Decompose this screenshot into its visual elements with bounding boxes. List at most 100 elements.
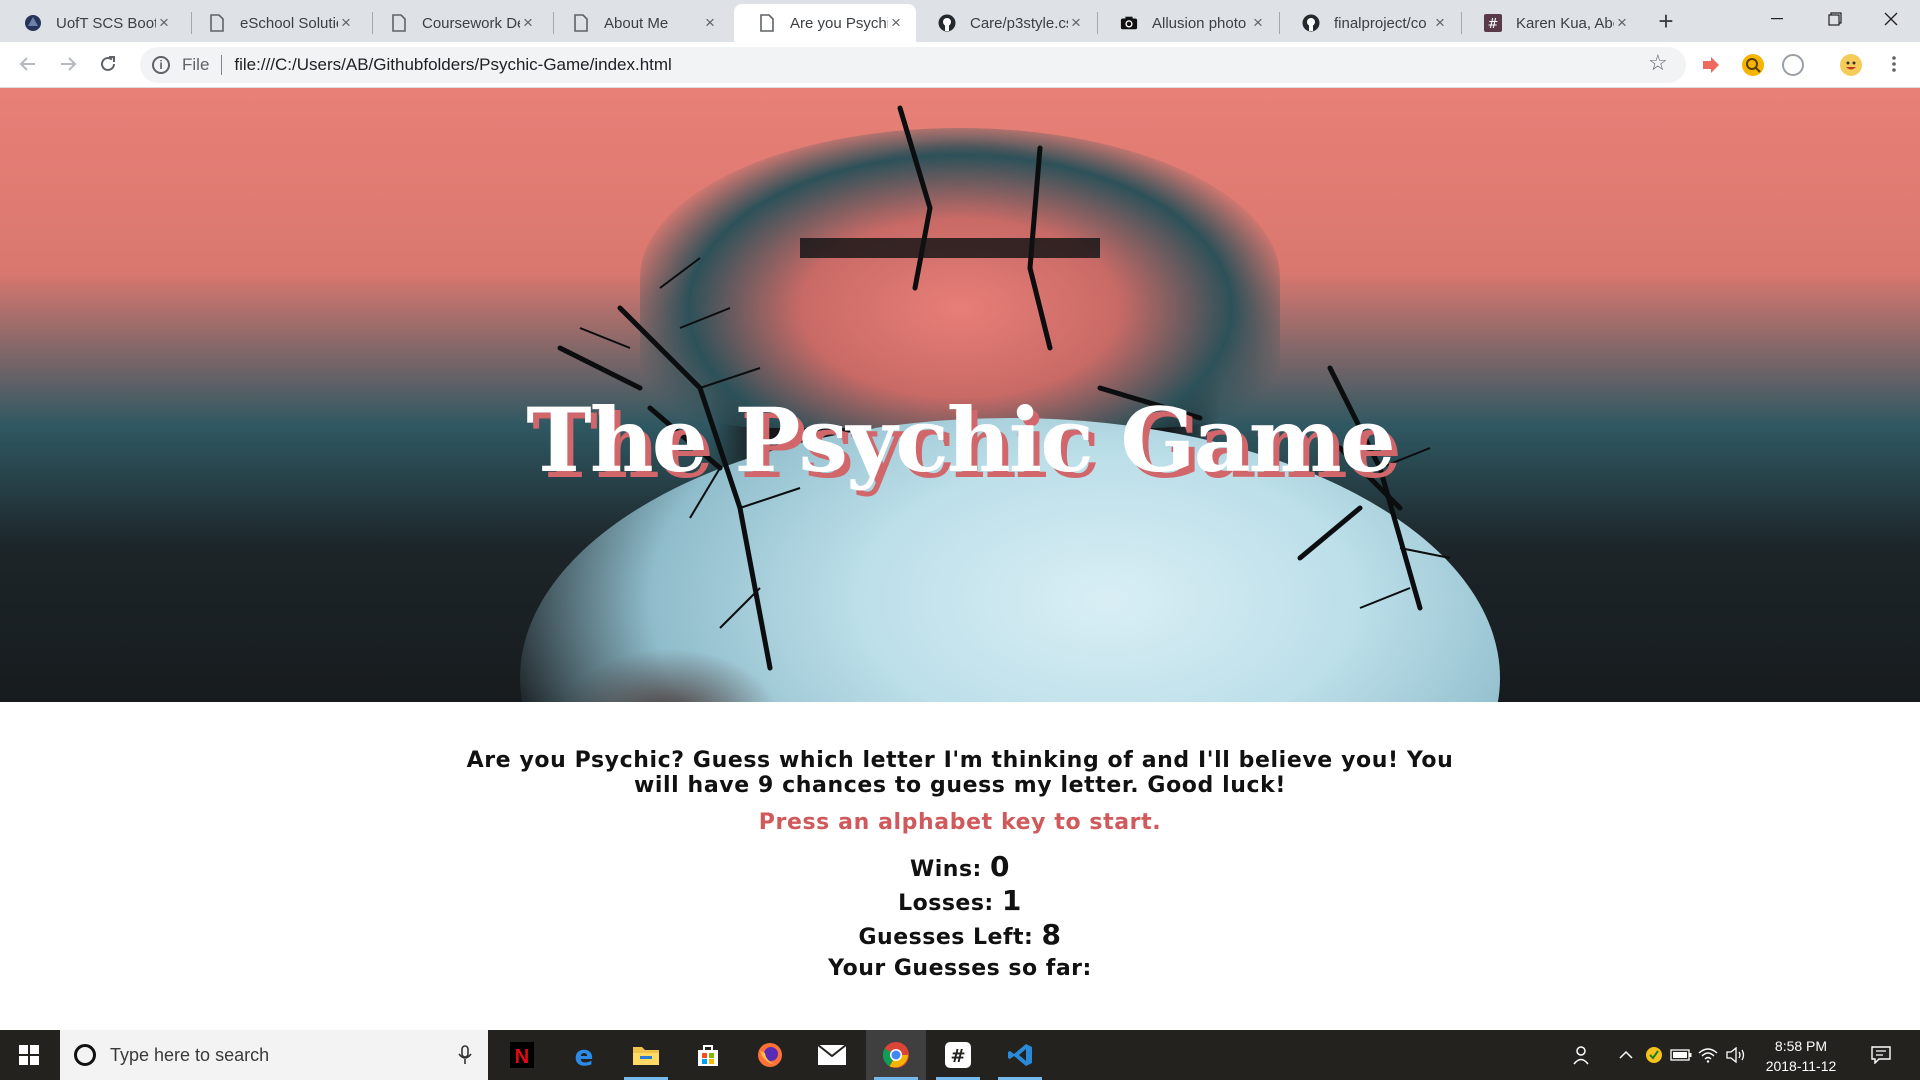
- cortana-circle-icon: [74, 1044, 96, 1066]
- back-icon[interactable]: [14, 50, 42, 78]
- norton-icon[interactable]: [1642, 1030, 1666, 1080]
- losses-label: Losses:: [898, 891, 994, 916]
- profile-avatar[interactable]: [1840, 54, 1862, 76]
- tab-karen-kua[interactable]: # Karen Kua, Abc ×: [1460, 4, 1642, 42]
- tab-title: Care/p3style.cs: [970, 14, 1068, 32]
- intro-text: Are you Psychic? Guess which letter I'm …: [466, 748, 1454, 798]
- close-icon[interactable]: ×: [1068, 14, 1084, 31]
- tab-strip: UofT SCS Boot × eSchool Solutic × Course…: [0, 0, 1920, 42]
- windows-start-icon[interactable]: [0, 1030, 58, 1080]
- close-window-icon[interactable]: [1862, 0, 1920, 38]
- tab-title: Allusion photo: [1152, 14, 1247, 32]
- tab-coursework[interactable]: Coursework De ×: [366, 4, 548, 42]
- guesses-so-far-row: Your Guesses so far:: [0, 953, 1920, 984]
- netflix-icon[interactable]: N: [492, 1030, 552, 1080]
- svg-text:#: #: [950, 1046, 965, 1067]
- document-icon: [758, 14, 776, 32]
- bookmark-star-icon[interactable]: ☆: [1648, 50, 1668, 76]
- vscode-icon[interactable]: [990, 1030, 1050, 1080]
- extension-circle-icon[interactable]: [1782, 54, 1804, 76]
- minimize-icon[interactable]: [1748, 0, 1806, 38]
- firefox-icon[interactable]: [740, 1030, 800, 1080]
- close-icon[interactable]: ×: [156, 14, 172, 31]
- camera-icon: [1120, 14, 1138, 32]
- tab-eschool[interactable]: eSchool Solutic ×: [184, 4, 366, 42]
- close-icon[interactable]: ×: [1250, 14, 1266, 31]
- game-panel: Are you Psychic? Guess which letter I'm …: [0, 748, 1920, 984]
- clock-date: 2018-11-12: [1765, 1058, 1837, 1074]
- guesses-so-far-label: Your Guesses so far:: [828, 956, 1092, 981]
- taskbar-search-input[interactable]: Type here to search: [60, 1030, 488, 1080]
- people-icon[interactable]: [1568, 1030, 1598, 1080]
- hash-icon: #: [1484, 14, 1502, 32]
- guesses-left-row: Guesses Left: 8: [0, 919, 1920, 953]
- github-icon: [1302, 14, 1320, 32]
- tab-uoft[interactable]: UofT SCS Boot ×: [0, 4, 184, 42]
- tab-title: About Me: [604, 14, 669, 32]
- hero-banner-image: The Psychic Game: [0, 88, 1920, 702]
- chevron-up-icon[interactable]: [1614, 1030, 1638, 1080]
- address-bar[interactable]: i File file:///C:/Users/AB/Githubfolders…: [140, 47, 1686, 83]
- slack-icon[interactable]: #: [928, 1030, 988, 1080]
- forward-icon[interactable]: [54, 50, 82, 78]
- document-icon: [390, 14, 408, 32]
- page-title: The Psychic Game: [526, 388, 1395, 492]
- tab-about-me[interactable]: About Me ×: [548, 4, 730, 42]
- tab-finalproject[interactable]: finalproject/co ×: [1278, 4, 1460, 42]
- tab-psychic-game[interactable]: Are you Psychic ×: [734, 4, 916, 42]
- svg-text:N: N: [515, 1046, 529, 1068]
- battery-icon[interactable]: [1668, 1030, 1694, 1080]
- github-icon: [938, 14, 956, 32]
- microphone-icon[interactable]: [458, 1045, 472, 1070]
- reload-icon[interactable]: [94, 50, 122, 78]
- wifi-icon[interactable]: [1694, 1030, 1722, 1080]
- uoft-icon: [24, 14, 42, 32]
- edge-icon[interactable]: e: [554, 1030, 614, 1080]
- losses-row: Losses: 1: [0, 885, 1920, 919]
- tab-title: Are you Psychic: [790, 14, 888, 32]
- close-icon[interactable]: ×: [1614, 14, 1630, 31]
- new-tab-plus-icon[interactable]: +: [1652, 8, 1680, 36]
- tab-title: eSchool Solutic: [240, 14, 338, 32]
- close-icon[interactable]: ×: [338, 14, 354, 31]
- svg-text:#: #: [1488, 17, 1499, 32]
- extension-arrow-icon[interactable]: [1700, 54, 1722, 76]
- document-icon: [572, 14, 590, 32]
- system-clock[interactable]: 8:58 PM 2018-11-12: [1756, 1036, 1846, 1076]
- close-icon[interactable]: ×: [702, 14, 718, 31]
- tab-title: Karen Kua, Abc: [1516, 14, 1614, 32]
- stats-block: Wins: 0 Losses: 1 Guesses Left: 8 Your G…: [0, 851, 1920, 984]
- mail-icon[interactable]: [802, 1030, 862, 1080]
- close-icon[interactable]: ×: [888, 14, 904, 31]
- browser-toolbar: i File file:///C:/Users/AB/Githubfolders…: [0, 42, 1920, 88]
- guesses-left-value: 8: [1041, 918, 1062, 951]
- url-text[interactable]: file:///C:/Users/AB/Githubfolders/Psychi…: [234, 55, 671, 75]
- tab-title: UofT SCS Boot: [56, 14, 156, 32]
- windows-taskbar: Type here to search N e # 8:58 PM 2018-1…: [0, 1030, 1920, 1080]
- tab-title: finalproject/co: [1334, 14, 1427, 32]
- close-icon[interactable]: ×: [1432, 14, 1448, 31]
- wins-label: Wins:: [909, 857, 982, 882]
- menu-kebab-icon[interactable]: [1880, 50, 1908, 78]
- action-center-icon[interactable]: [1864, 1030, 1898, 1080]
- start-prompt: Press an alphabet key to start.: [758, 810, 1162, 835]
- file-explorer-icon[interactable]: [616, 1030, 676, 1080]
- chrome-icon[interactable]: [866, 1030, 926, 1080]
- omnibox-divider: [221, 55, 223, 75]
- guesses-left-label: Guesses Left:: [858, 925, 1034, 950]
- extension-search-icon[interactable]: [1742, 54, 1764, 76]
- volume-icon[interactable]: [1722, 1030, 1750, 1080]
- tab-care-style[interactable]: Care/p3style.cs ×: [914, 4, 1096, 42]
- tab-title: Coursework De: [422, 14, 520, 32]
- document-icon: [208, 14, 226, 32]
- close-icon[interactable]: ×: [520, 14, 536, 31]
- info-icon[interactable]: i: [152, 56, 170, 74]
- wins-row: Wins: 0: [0, 851, 1920, 885]
- clock-time: 8:58 PM: [1774, 1038, 1828, 1054]
- tab-allusion[interactable]: Allusion photo ×: [1096, 4, 1278, 42]
- svg-text:e: e: [575, 1042, 594, 1068]
- restore-icon[interactable]: [1806, 0, 1864, 38]
- store-icon[interactable]: [678, 1030, 738, 1080]
- scheme-label: File: [182, 55, 210, 74]
- wins-value: 0: [990, 850, 1011, 883]
